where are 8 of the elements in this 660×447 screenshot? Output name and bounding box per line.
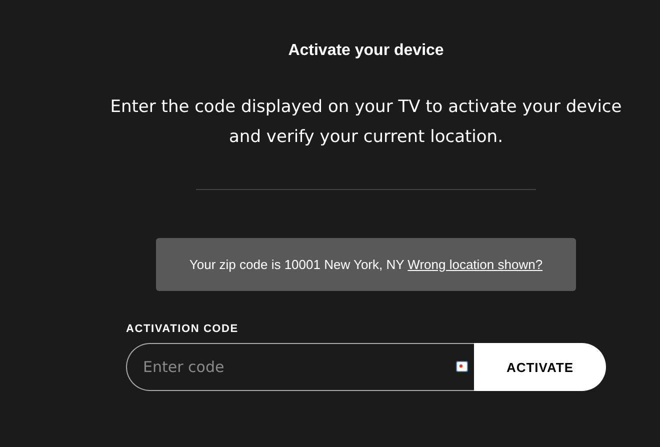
activate-button[interactable]: ACTIVATE <box>474 343 606 391</box>
code-input-field[interactable]: Enter code <box>126 343 474 391</box>
location-text: Your zip code is 10001 New York, NY Wrong location shown? <box>189 257 543 272</box>
page-title: Activate your device <box>288 42 444 60</box>
autofill-icon[interactable] <box>456 361 468 373</box>
field-label: ACTIVATION CODE <box>126 323 238 335</box>
wrong-location-link[interactable]: Wrong location shown? <box>408 257 543 272</box>
instructions-text: Enter the code displayed on your TV to activate your device and verify your current location. <box>109 96 623 149</box>
